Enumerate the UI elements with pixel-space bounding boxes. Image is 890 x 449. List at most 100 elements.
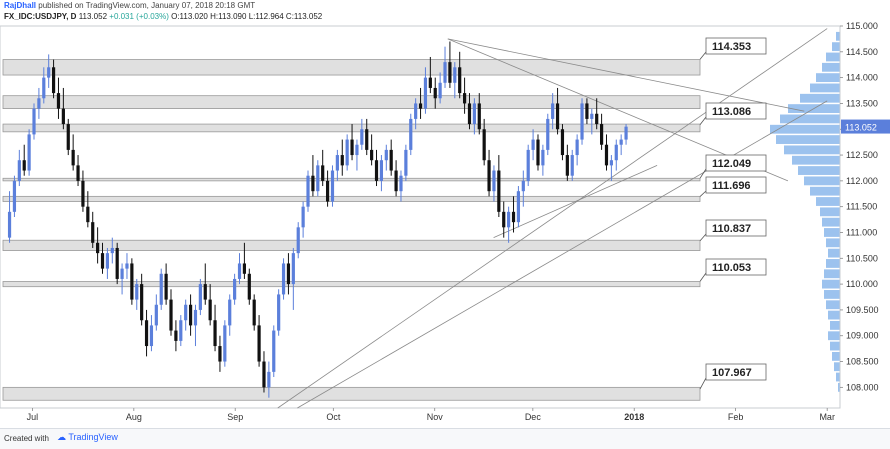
y-tick-label: 111.000 [846, 227, 877, 237]
level-label-text: 112.049 [712, 158, 751, 170]
volume-profile-bar [836, 31, 840, 41]
level-label-text: 107.967 [712, 367, 752, 379]
candle-down [66, 124, 70, 150]
candle-down [585, 103, 589, 119]
x-tick-label: Dec [525, 412, 542, 422]
candle-up [233, 278, 237, 300]
candle-up [296, 227, 300, 254]
volume-profile-bar [776, 135, 840, 144]
sr-zone [2, 386, 701, 401]
x-tick-label: Mar [819, 412, 835, 422]
candle-down [218, 346, 222, 362]
candle-down [81, 180, 85, 207]
volume-profile-bar [824, 269, 840, 279]
candle-up [345, 139, 349, 166]
candle-up [409, 118, 413, 150]
candle-up [237, 263, 242, 279]
candle-up [355, 144, 359, 156]
candle-down [76, 165, 80, 181]
candle-up [184, 304, 188, 321]
sr-zone [2, 281, 701, 288]
candle-down [340, 155, 344, 166]
candle-up [291, 253, 295, 285]
created-with-label: Created with [4, 434, 49, 443]
candle-up [590, 113, 594, 119]
volume-profile-bar [822, 62, 840, 72]
volume-profile-bar [828, 310, 840, 320]
sr-zone [2, 123, 701, 133]
candle-down [462, 93, 467, 104]
candle-down [144, 320, 149, 347]
last-price-label: 113.052 [845, 123, 877, 133]
x-tick-label: 2018 [624, 412, 644, 422]
candle-down [257, 325, 261, 362]
level-label-text: 110.053 [712, 262, 751, 274]
volume-profile-bar [824, 228, 840, 237]
candle-down [262, 361, 266, 388]
volume-profile-bar [832, 351, 840, 361]
x-tick-label: Oct [326, 412, 341, 422]
candle-down [418, 103, 423, 109]
volume-profile-bar [830, 341, 840, 351]
volume-profile-bar [828, 331, 840, 341]
candle-down [555, 103, 560, 130]
y-tick-label: 109.000 [846, 331, 879, 341]
candle-up [223, 325, 227, 362]
candle-down [604, 144, 609, 166]
x-tick-label: Jul [27, 412, 39, 422]
candle-down [487, 160, 491, 192]
volume-profile-bar [800, 93, 840, 103]
volume-profile-bar [816, 73, 840, 83]
plot-area [0, 25, 841, 409]
candle-down [96, 242, 100, 254]
candle-up [404, 149, 408, 176]
y-tick-label: 108.000 [846, 382, 879, 392]
y-tick-label: 109.500 [846, 305, 879, 315]
volume-profile-bar [824, 290, 840, 299]
candle-up [516, 191, 521, 223]
candle-up [267, 371, 271, 388]
candle-down [536, 139, 540, 166]
candle-down [115, 247, 119, 279]
volume-profile-bar [798, 166, 840, 175]
candle-down [428, 77, 432, 88]
candle-up [423, 77, 428, 109]
candle-up [472, 103, 476, 125]
candle-up [379, 160, 384, 181]
volume-profile-bar [832, 42, 840, 52]
x-tick-label: Sep [227, 412, 243, 422]
level-label-text: 113.086 [712, 106, 751, 118]
candle-up [179, 320, 183, 341]
tradingview-logo[interactable]: ☁ TradingView [57, 432, 118, 443]
candle-down [242, 263, 247, 274]
y-tick-label: 115.000 [846, 21, 878, 31]
candle-down [208, 299, 212, 321]
candle-up [551, 103, 555, 119]
candle-down [164, 273, 168, 300]
candle-down [502, 211, 506, 228]
candle-down [374, 160, 379, 181]
candle-up [277, 294, 281, 331]
y-tick-label: 110.500 [846, 253, 878, 263]
y-tick-label: 114.000 [846, 73, 878, 83]
candle-down [61, 108, 65, 125]
candle-down [511, 211, 516, 223]
candle-down [497, 170, 501, 212]
footer-bar: Created with ☁ TradingView [0, 428, 890, 449]
volume-profile-bar [830, 320, 840, 330]
cloud-icon: ☁ [57, 432, 66, 442]
price-chart[interactable]: 114.353 113.086 112.049 111.696 110.837 110.0… [0, 0, 890, 428]
volume-profile-bar [816, 197, 840, 206]
candle-up [609, 160, 613, 166]
candle-up [360, 129, 364, 145]
brand-label: TradingView [68, 432, 118, 442]
candle-up [575, 139, 579, 156]
candle-up [198, 284, 202, 310]
candle-down [56, 93, 61, 109]
volume-profile-bar [828, 248, 840, 258]
candle-up [438, 82, 442, 99]
volume-profile-bar [826, 238, 840, 248]
candle-down [394, 170, 398, 192]
candle-up [384, 149, 388, 161]
candle-down [467, 103, 472, 125]
